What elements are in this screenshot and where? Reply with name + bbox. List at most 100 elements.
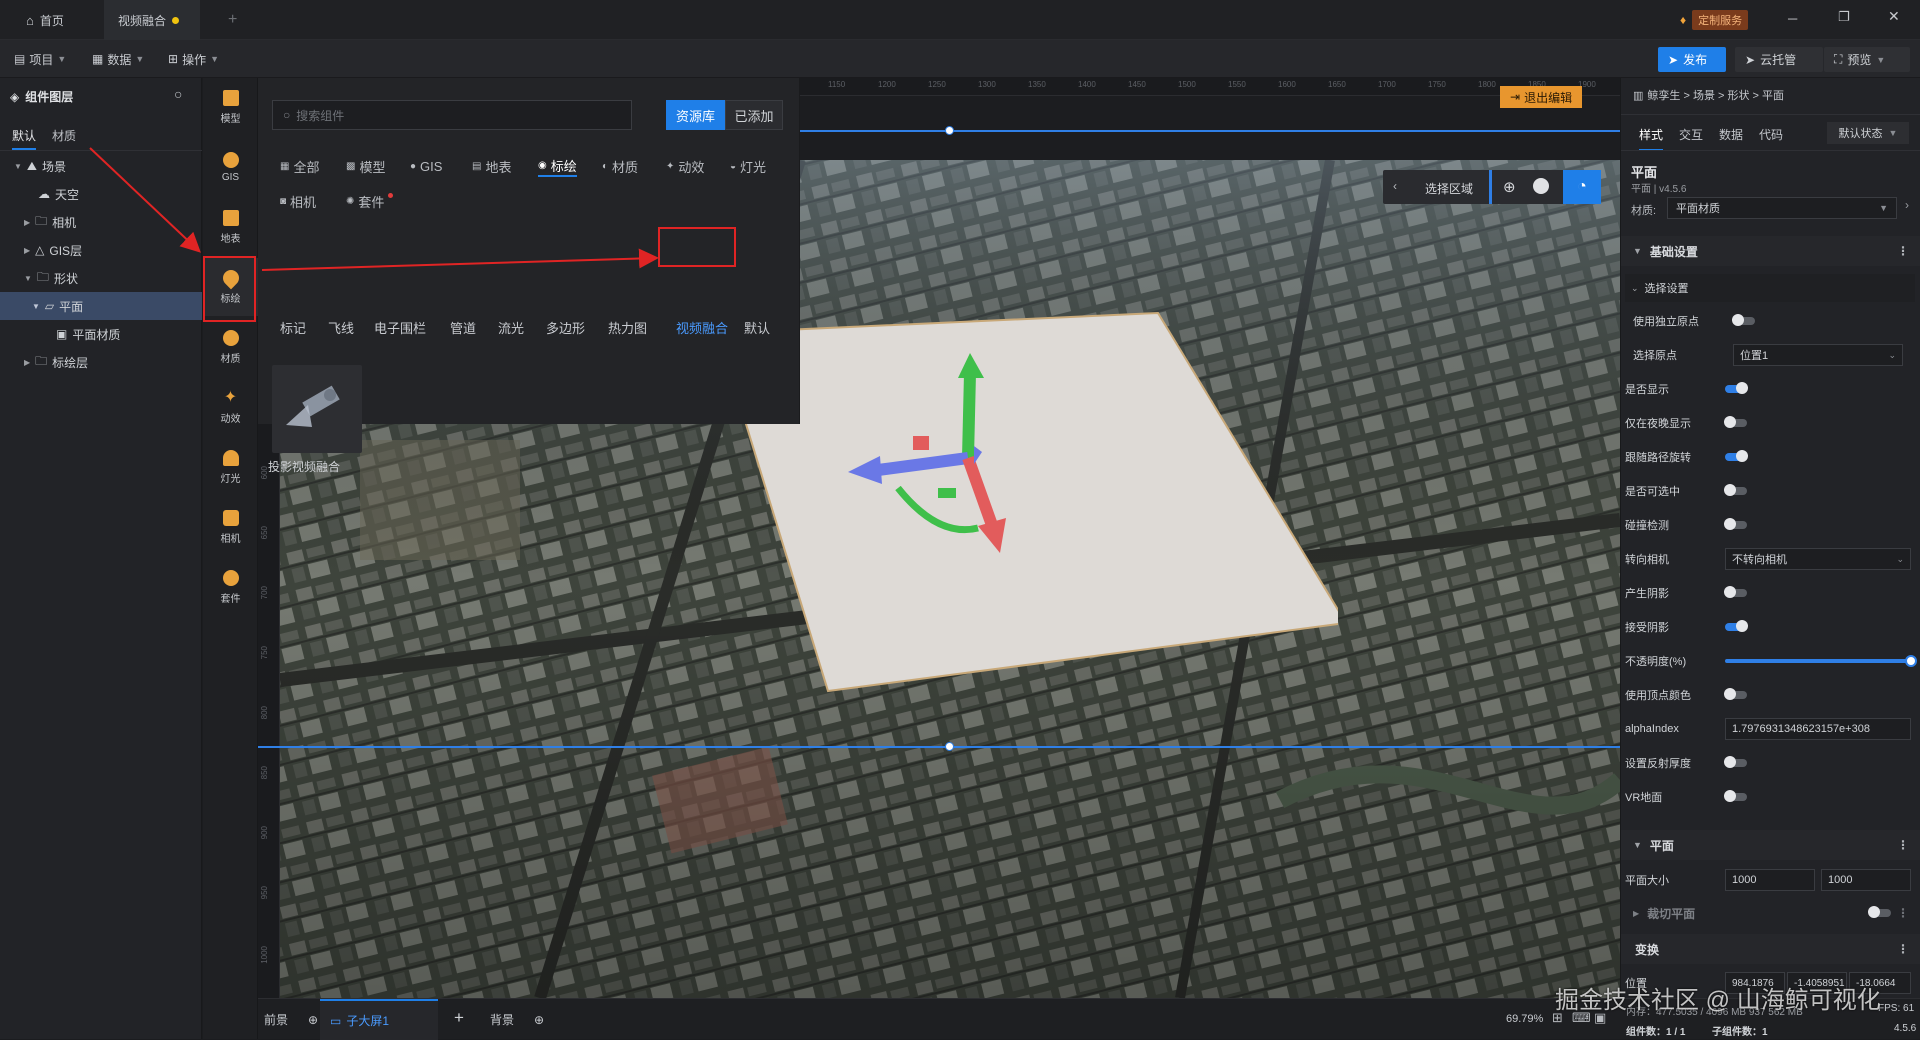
- prop-label: 接受阴影: [1625, 622, 1669, 634]
- chevron-left-icon[interactable]: ‹: [1393, 179, 1397, 193]
- tree-item-plot-layer[interactable]: ▶ 🗀 标绘层: [0, 348, 202, 376]
- more-icon[interactable]: ⋮: [1897, 942, 1909, 956]
- resize-handle[interactable]: [945, 126, 954, 135]
- minimize-icon[interactable]: ─: [1788, 11, 1797, 26]
- diamond-icon: ♦: [1680, 13, 1687, 27]
- section-transform[interactable]: 变换 ⋮: [1621, 934, 1920, 964]
- section-clip[interactable]: ▶ 裁切平面 ⋮: [1621, 898, 1920, 928]
- transform-gizmo[interactable]: [818, 348, 1118, 568]
- layer-tab-label: 子大屏1: [346, 1014, 390, 1028]
- viewport-mode-bar: ‹ 选择区域 ⊕ ◔: [1383, 170, 1601, 204]
- layer-tab-sub-screen[interactable]: ▭ 子大屏1: [320, 999, 438, 1040]
- restore-icon[interactable]: ❐: [1838, 9, 1850, 25]
- custom-service-label: 定制服务: [1692, 10, 1749, 30]
- rail-label: 灯光: [220, 473, 241, 485]
- slider-handle[interactable]: [1905, 655, 1917, 667]
- projector-icon: [286, 385, 340, 427]
- prop-toggle[interactable]: [1724, 688, 1747, 700]
- monitor-icon: ▭: [330, 1013, 342, 1028]
- material-select[interactable]: 平面材质 ▼: [1667, 197, 1897, 219]
- exit-icon: ⇥: [1510, 90, 1521, 104]
- prop-label: 是否显示: [1625, 384, 1669, 396]
- caret-right-icon: ▶: [24, 357, 31, 367]
- chevron-right-icon[interactable]: ›: [1905, 198, 1909, 212]
- ruler-tick-label: 850: [260, 766, 269, 780]
- more-icon[interactable]: ⋮: [1897, 244, 1909, 258]
- section-title: 平面: [1649, 838, 1674, 853]
- cloud-host-button[interactable]: ➤ 云托管: [1735, 47, 1823, 72]
- prop-toggle[interactable]: [1732, 314, 1755, 326]
- prop-toggle[interactable]: [1724, 518, 1747, 530]
- zoom-level[interactable]: 69.79%: [1506, 1013, 1543, 1025]
- plane-height-input[interactable]: 1000: [1821, 869, 1911, 891]
- prop-label: 使用独立原点: [1633, 316, 1699, 328]
- tab-data[interactable]: 数据: [1719, 126, 1743, 143]
- prop-toggle[interactable]: [1725, 382, 1748, 394]
- clip-toggle[interactable]: [1868, 906, 1891, 918]
- material-label: 材质:: [1631, 205, 1657, 217]
- tab-interaction[interactable]: 交互: [1679, 126, 1703, 143]
- prop-select[interactable]: 位置1 ⌄: [1733, 344, 1903, 366]
- prop-row: 是否可选中: [1621, 474, 1920, 508]
- rail-item-camera[interactable]: 相机: [203, 498, 258, 556]
- library-item-projection-video[interactable]: [272, 365, 362, 453]
- status-bar: 前景 ⊕ ▭ 子大屏1 + 背景 ⊕ 69.79% ⊞ ⌨ ▣: [258, 998, 1620, 1040]
- prop-select[interactable]: 不转向相机 ⌄: [1725, 548, 1911, 570]
- section-plane[interactable]: ▼ 平面 ⋮: [1621, 830, 1920, 860]
- prop-toggle[interactable]: [1725, 620, 1748, 632]
- rail-item-kit[interactable]: 套件: [203, 558, 258, 616]
- opacity-slider[interactable]: [1725, 655, 1917, 667]
- more-icon[interactable]: ⋮: [1897, 906, 1909, 920]
- rail-label: 相机: [220, 533, 241, 545]
- tab-style[interactable]: 样式: [1639, 126, 1664, 151]
- tab-code[interactable]: 代码: [1759, 126, 1783, 143]
- plane-width-input[interactable]: 1000: [1725, 869, 1815, 891]
- sphere-icon[interactable]: [1533, 178, 1549, 194]
- state-select[interactable]: 默认状态 ▼: [1827, 122, 1909, 144]
- version-label: 4.5.6: [1894, 1023, 1917, 1034]
- chevron-down-icon: ⌄: [1888, 349, 1896, 360]
- background-button[interactable]: 背景 ⊕: [490, 1011, 544, 1028]
- rail-label: 动效: [220, 413, 241, 425]
- prop-toggle[interactable]: [1724, 756, 1747, 768]
- prop-input[interactable]: 1.7976931348623157e+308: [1725, 718, 1911, 740]
- preview-button[interactable]: ⛶ 预览 ▼: [1824, 47, 1910, 72]
- chevron-down-icon: ⌄: [1896, 553, 1904, 564]
- resize-handle[interactable]: [945, 742, 954, 751]
- prop-label: 转向相机: [1625, 554, 1669, 566]
- prop-row: 使用独立原点: [1621, 304, 1920, 338]
- material-value: 平面材质: [1676, 203, 1720, 215]
- publish-button[interactable]: ➤ 发布: [1658, 47, 1726, 72]
- component-name: 平面: [1631, 165, 1658, 180]
- prop-toggle[interactable]: [1724, 484, 1747, 496]
- globe-icon[interactable]: ⊕: [1503, 178, 1516, 196]
- section-select[interactable]: ⌄ 选择设置: [1625, 274, 1915, 302]
- custom-service-button[interactable]: ♦ 定制服务: [1680, 10, 1749, 30]
- add-layer-button[interactable]: +: [454, 1008, 464, 1028]
- more-icon[interactable]: ⋮: [1897, 838, 1909, 852]
- prop-label: 是否可选中: [1625, 486, 1680, 498]
- ruler-tick-label: 1450: [1128, 80, 1146, 89]
- rail-item-light[interactable]: 灯光: [203, 438, 258, 496]
- prop-row: 仅在夜晚显示: [1621, 406, 1920, 440]
- send-icon: ➤: [1668, 52, 1679, 67]
- foreground-button[interactable]: 前景 ⊕: [264, 1011, 318, 1028]
- prop-toggle[interactable]: [1725, 450, 1748, 462]
- exit-edit-button[interactable]: ⇥ 退出编辑: [1500, 86, 1583, 108]
- section-basic[interactable]: ▼ 基础设置 ⋮: [1621, 236, 1920, 266]
- preview-label: 预览: [1847, 53, 1872, 67]
- prop-row: alphaIndex 1.7976931348623157e+308: [1621, 712, 1920, 746]
- close-icon[interactable]: ✕: [1888, 8, 1900, 25]
- select-area-button[interactable]: 选择区域: [1425, 180, 1473, 197]
- section-title: 变换: [1635, 942, 1660, 957]
- prop-toggle[interactable]: [1724, 586, 1747, 598]
- ruler-tick-label: 1550: [1228, 80, 1246, 89]
- orbit-icon[interactable]: ◔: [1563, 170, 1601, 204]
- toggle-knob: [1724, 518, 1736, 530]
- rail-item-effect[interactable]: ✦ 动效: [203, 378, 258, 436]
- toggle-knob: [1736, 620, 1748, 632]
- prop-toggle[interactable]: [1724, 416, 1747, 428]
- prop-row: 跟随路径旋转: [1621, 440, 1920, 474]
- fps-counter: FPS: 61: [1878, 1003, 1915, 1014]
- prop-toggle[interactable]: [1724, 790, 1747, 802]
